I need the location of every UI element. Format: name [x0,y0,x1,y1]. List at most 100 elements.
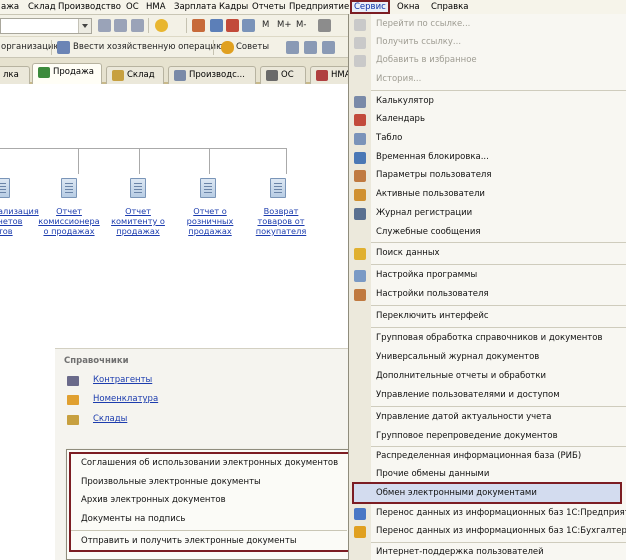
report-link-commissioner[interactable]: Отчет комиссионера о продажах [37,206,101,236]
menu-item-production[interactable]: Производство [58,2,121,12]
menu-item-service[interactable]: Сервис [350,0,390,14]
tips-button[interactable]: Советы [236,42,269,52]
service-item-user-access[interactable]: Управление пользователями и доступом [376,390,560,400]
service-item-service-messages[interactable]: Служебные сообщения [376,227,480,237]
document-icon[interactable] [61,178,77,198]
service-item-transfer-enterprise[interactable]: Перенос данных из информационных баз 1С:… [376,508,626,518]
memory-m-button[interactable]: M [262,20,269,30]
service-item-calendar[interactable]: Календарь [376,114,425,124]
enter-operation-button[interactable]: Ввести хозяйственную операцию [73,42,223,52]
service-item-distributed-ib[interactable]: Распределенная информационная база (РИБ) [376,451,581,461]
transfer-accounting-icon [354,526,366,538]
service-item-group-reposting[interactable]: Групповое перепроведение документов [376,431,558,441]
document-icon[interactable] [0,178,10,198]
toolbar-separator [213,40,214,55]
print-icon[interactable] [322,41,335,54]
refresh-icon[interactable] [131,19,144,32]
service-item-accounting-date[interactable]: Управление датой актуальности учета [376,412,552,422]
tab-bank[interactable]: лка [0,66,30,84]
submenu-item-to-sign[interactable]: Документы на подпись [81,514,185,524]
tools-icon[interactable] [318,19,331,32]
nomenclature-icon [67,395,79,405]
sales-icon [38,67,50,78]
tab-production[interactable]: Производс... [168,66,256,84]
flow-connector [139,148,140,174]
fixed-assets-icon [266,70,278,81]
report-icon[interactable] [304,41,317,54]
calculator-icon[interactable] [210,19,223,32]
menu-item-salary[interactable]: Зарплата [174,2,216,12]
tab-fixed-assets[interactable]: ОС [260,66,306,84]
menu-item-windows[interactable]: Окна [397,2,420,12]
forward-icon[interactable] [114,19,127,32]
calendar-icon[interactable] [226,19,239,32]
service-item-program-settings[interactable]: Настройка программы [376,270,477,280]
document-icon[interactable] [200,178,216,198]
menu-item-intangibles[interactable]: НМА [146,2,166,12]
org-structure-icon[interactable] [286,41,299,54]
service-item-active-users[interactable]: Активные пользователи [376,189,485,199]
references-link-contractors[interactable]: Контрагенты [93,375,152,385]
report-link-retail[interactable]: Отчет о розничных продажах [180,206,240,236]
back-icon[interactable] [98,19,111,32]
service-item-transfer-accounting[interactable]: Перенос данных из информационных баз 1С:… [376,526,626,536]
document-icon[interactable] [270,178,286,198]
menu-item-enterprise[interactable]: Предприятие [289,2,349,12]
service-item-get-link[interactable]: Получить ссылку... [376,37,461,47]
chevron-down-icon[interactable] [78,19,91,33]
service-item-data-search[interactable]: Поиск данных [376,248,440,258]
service-item-universal-journal[interactable]: Универсальный журнал документов [376,352,539,362]
document-icon[interactable] [242,19,255,32]
service-item-goto-link[interactable]: Перейти по ссылке... [376,19,470,29]
service-item-switch-interface[interactable]: Переключить интерфейс [376,311,489,321]
tab-sales[interactable]: Продажа [32,63,102,84]
service-item-edoc-exchange[interactable]: Обмен электронными документами [376,488,537,498]
service-item-additional-reports[interactable]: Дополнительные отчеты и обработки [376,371,546,381]
intangibles-icon [316,70,328,81]
service-item-history[interactable]: История... [376,74,421,84]
menu-item-fixed-assets[interactable]: ОС [126,2,139,12]
report-link-principal[interactable]: Отчет комитенту о продажах [108,206,168,236]
info-icon[interactable] [155,19,168,32]
submenu-item-archive[interactable]: Архив электронных документов [81,495,226,505]
tab-intangibles[interactable]: НМА [310,66,350,84]
references-link-nomenclature[interactable]: Номенклатура [93,394,158,404]
menu-item-warehouse[interactable]: Склад [28,2,56,12]
table-icon[interactable] [192,19,205,32]
service-item-user-params[interactable]: Параметры пользователя [376,170,491,180]
references-link-warehouses[interactable]: Склады [93,414,127,424]
memory-minus-button[interactable]: M- [296,20,306,30]
section-tabs: лка Продажа Склад Производс... ОС НМА [0,58,350,84]
menu-item-hr[interactable]: Кадры [219,2,248,12]
tab-warehouse[interactable]: Склад [106,66,164,84]
submenu-item-send-receive[interactable]: Отправить и получить электронные докумен… [81,536,297,546]
service-item-add-favorite[interactable]: Добавить в избранное [376,55,477,65]
service-item-calculator[interactable]: Калькулятор [376,96,434,106]
menu-item-help[interactable]: Справка [431,2,468,12]
submenu-item-agreements[interactable]: Соглашения об использовании электронных … [81,458,338,468]
menu-separator [371,90,626,91]
service-item-event-log[interactable]: Журнал регистрации [376,208,472,218]
submenu-item-arbitrary-docs[interactable]: Произвольные электронные документы [81,477,261,487]
service-item-temp-lock[interactable]: Временная блокировка... [376,152,489,162]
report-link-sales[interactable]: ализация четов тов [0,206,39,236]
quick-search-combo[interactable] [0,18,92,34]
tab-label: лка [3,70,19,80]
service-item-group-processing[interactable]: Групповая обработка справочников и докум… [376,333,602,343]
memory-plus-button[interactable]: M+ [277,20,291,30]
flow-connector [78,148,79,174]
references-title: Справочники [64,356,129,366]
main-toolbar: M M+ M- [0,15,350,37]
service-item-board[interactable]: Табло [376,133,402,143]
report-link-returns[interactable]: Возврат товаров от покупателя [250,206,312,236]
menu-separator [71,530,347,531]
log-icon [354,208,366,220]
service-item-user-settings[interactable]: Настройки пользователя [376,289,489,299]
service-item-other-exchanges[interactable]: Прочие обмены данными [376,469,489,479]
menu-item-reports[interactable]: Отчеты [252,2,286,12]
document-icon[interactable] [130,178,146,198]
tab-label: Склад [127,70,155,80]
warehouse-icon [112,70,124,81]
service-item-internet-support[interactable]: Интернет-поддержка пользователей [376,547,544,557]
menu-item-sales[interactable]: ажа [1,2,19,12]
